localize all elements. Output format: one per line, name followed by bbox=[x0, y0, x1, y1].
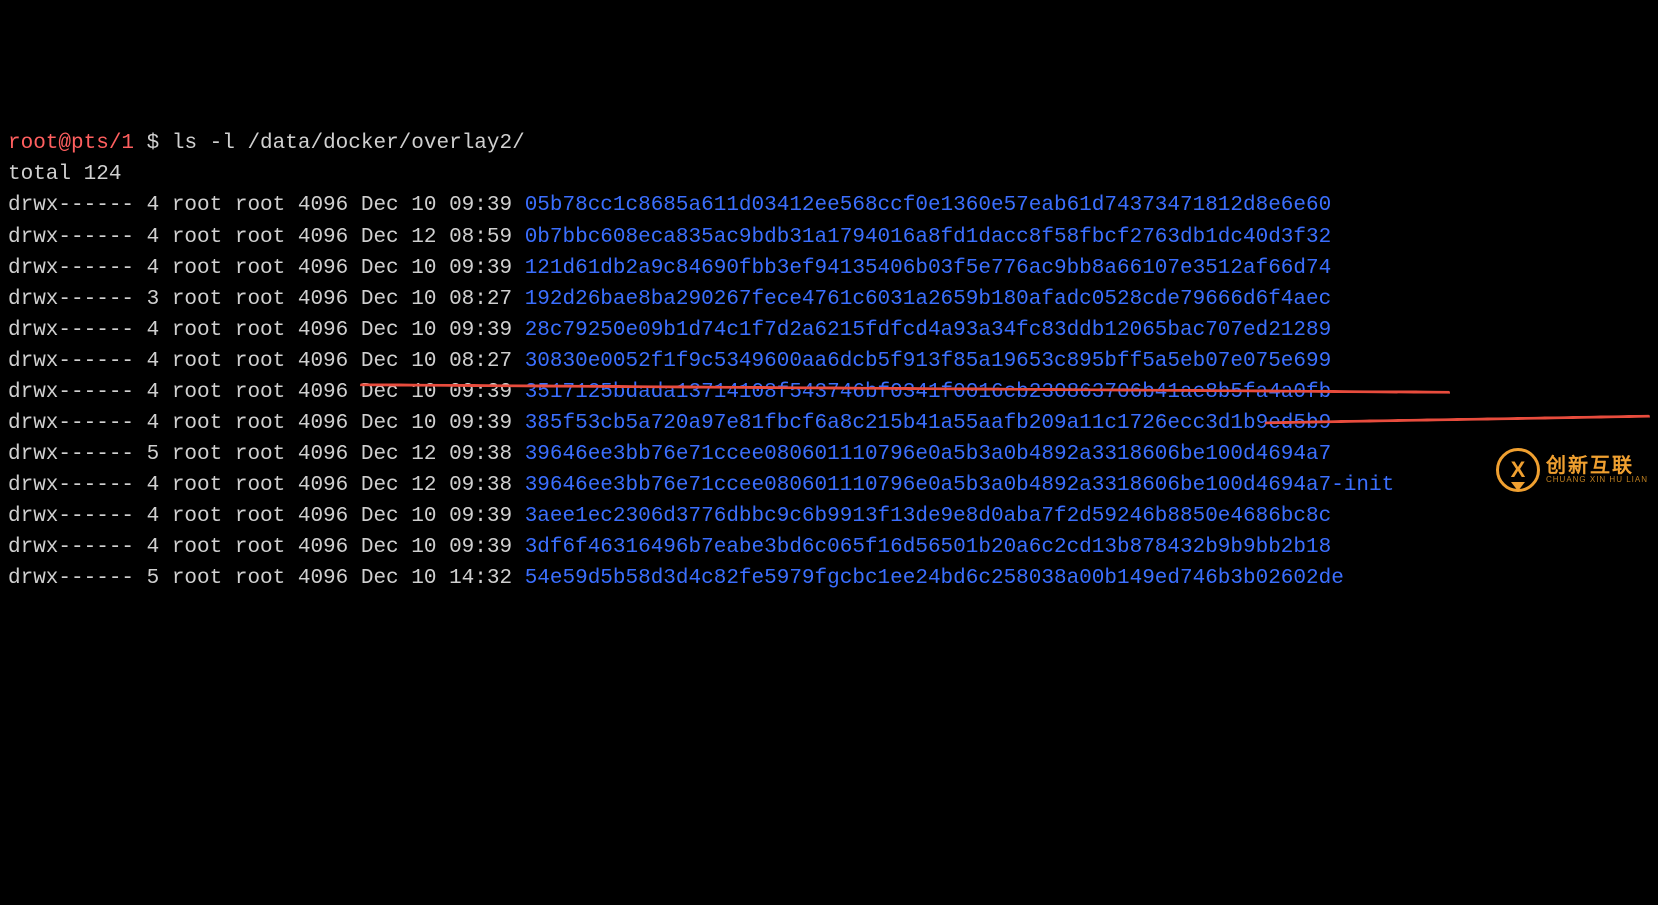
file-meta: drwx------ 4 root root 4096 Dec 10 09:39 bbox=[8, 257, 525, 280]
directory-name: 3aee1ec2306d3776dbbc9c6b9913f13de9e8d0ab… bbox=[525, 505, 1332, 528]
directory-name: 28c79250e09b1d74c1f7d2a6215fdfcd4a93a34f… bbox=[525, 319, 1332, 342]
watermark-text-cn: 创新互联 bbox=[1546, 456, 1648, 476]
directory-name: 30830e0052f1f9c5349600aa6dcb5f913f85a196… bbox=[525, 350, 1332, 373]
file-meta: drwx------ 3 root root 4096 Dec 10 08:27 bbox=[8, 288, 525, 311]
file-meta: drwx------ 4 root root 4096 Dec 10 09:39 bbox=[8, 194, 525, 217]
listing-row: drwx------ 3 root root 4096 Dec 10 08:27… bbox=[8, 284, 1650, 315]
total-line: total 124 bbox=[8, 159, 1650, 190]
file-meta: drwx------ 4 root root 4096 Dec 12 09:38 bbox=[8, 474, 525, 497]
listing-row: drwx------ 4 root root 4096 Dec 12 08:59… bbox=[8, 222, 1650, 253]
listing-row: drwx------ 4 root root 4096 Dec 10 08:27… bbox=[8, 346, 1650, 377]
file-meta: drwx------ 4 root root 4096 Dec 10 09:39 bbox=[8, 505, 525, 528]
watermark-text-en: CHUANG XIN HU LIAN bbox=[1546, 476, 1648, 484]
file-meta: drwx------ 4 root root 4096 Dec 10 08:27 bbox=[8, 350, 525, 373]
listing-row: drwx------ 4 root root 4096 Dec 10 09:39… bbox=[8, 532, 1650, 563]
prompt-user-host: root@pts/1 bbox=[8, 132, 134, 155]
directory-name: 05b78cc1c8685a611d03412ee568ccf0e1360e57… bbox=[525, 194, 1332, 217]
directory-name: 385f53cb5a720a97e81fbcf6a8c215b41a55aafb… bbox=[525, 412, 1332, 435]
directory-name: 192d26bae8ba290267fece4761c6031a2659b180… bbox=[525, 288, 1332, 311]
directory-name: 121d61db2a9c84690fbb3ef94135406b03f5e776… bbox=[525, 257, 1332, 280]
listing-row: drwx------ 4 root root 4096 Dec 12 09:38… bbox=[8, 470, 1650, 501]
terminal-output: root@pts/1 $ ls -l /data/docker/overlay2… bbox=[8, 128, 1650, 594]
file-meta: drwx------ 4 root root 4096 Dec 10 09:39 bbox=[8, 412, 525, 435]
listing-row: drwx------ 5 root root 4096 Dec 10 14:32… bbox=[8, 563, 1650, 594]
directory-name: 39646ee3bb76e71ccee080601110796e0a5b3a0b… bbox=[525, 474, 1395, 497]
watermark-circle-icon: X bbox=[1496, 448, 1540, 492]
file-meta: drwx------ 4 root root 4096 Dec 10 09:39 bbox=[8, 536, 525, 559]
file-meta: drwx------ 5 root root 4096 Dec 10 14:32 bbox=[8, 567, 525, 590]
prompt-line: root@pts/1 $ ls -l /data/docker/overlay2… bbox=[8, 128, 1650, 159]
file-meta: drwx------ 4 root root 4096 Dec 10 09:39 bbox=[8, 319, 525, 342]
listing-row: drwx------ 4 root root 4096 Dec 10 09:39… bbox=[8, 501, 1650, 532]
directory-name: 0b7bbc608eca835ac9bdb31a1794016a8fd1dacc… bbox=[525, 226, 1332, 249]
directory-name: 54e59d5b58d3d4c82fe5979fgcbc1ee24bd6c258… bbox=[525, 567, 1344, 590]
listing-row: drwx------ 5 root root 4096 Dec 12 09:38… bbox=[8, 439, 1650, 470]
watermark-logo: X 创新互联 CHUANG XIN HU LIAN bbox=[1496, 448, 1648, 492]
prompt-separator: $ bbox=[134, 132, 172, 155]
directory-name: 3df6f46316496b7eabe3bd6c065f16d56501b20a… bbox=[525, 536, 1332, 559]
directory-name: 39646ee3bb76e71ccee080601110796e0a5b3a0b… bbox=[525, 443, 1332, 466]
watermark-triangle-icon bbox=[1511, 482, 1525, 491]
file-meta: drwx------ 4 root root 4096 Dec 12 08:59 bbox=[8, 226, 525, 249]
listing-row: drwx------ 4 root root 4096 Dec 10 09:39… bbox=[8, 315, 1650, 346]
file-meta: drwx------ 5 root root 4096 Dec 12 09:38 bbox=[8, 443, 525, 466]
listing-row: drwx------ 4 root root 4096 Dec 10 09:39… bbox=[8, 190, 1650, 221]
command-text: ls -l /data/docker/overlay2/ bbox=[172, 132, 525, 155]
listing-row: drwx------ 4 root root 4096 Dec 10 09:39… bbox=[8, 253, 1650, 284]
